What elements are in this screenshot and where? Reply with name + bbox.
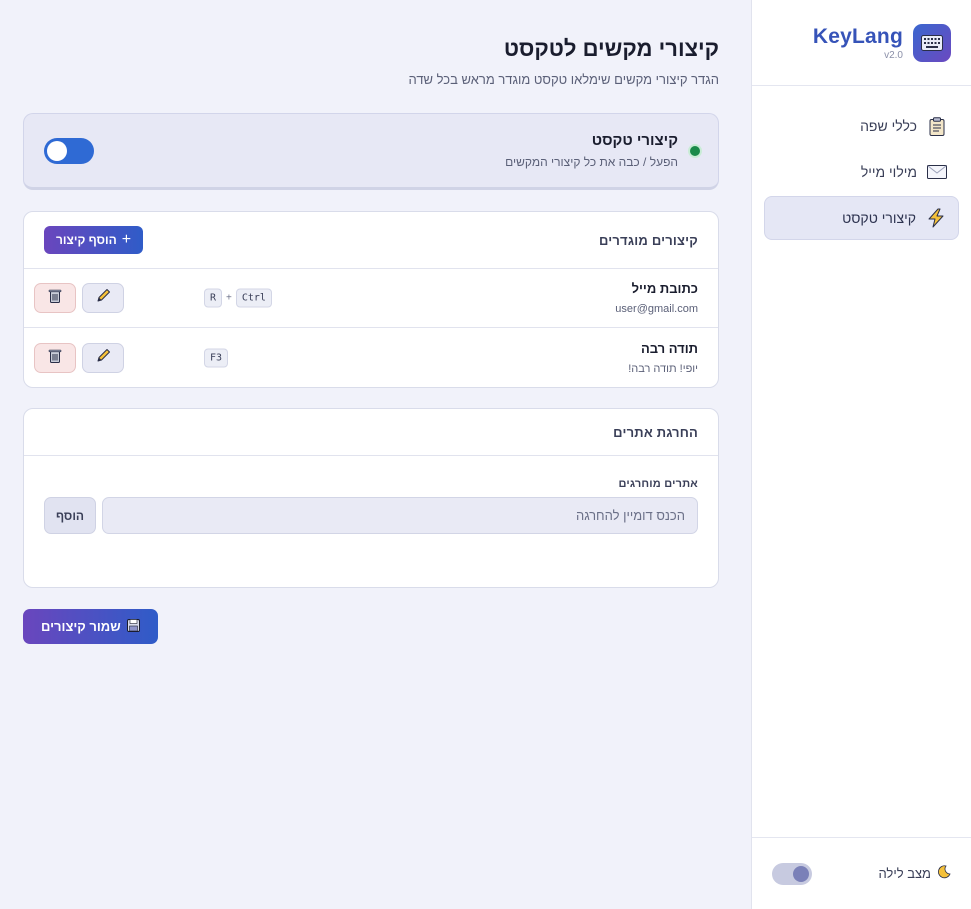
shortcut-value: user@gmail.com	[615, 303, 698, 315]
master-toggle-description: הפעל / כבה את כל קיצורי המקשים	[505, 155, 678, 169]
sidebar-item-label: כללי שפה	[860, 118, 917, 134]
shortcuts-header-title: קיצורים מוגדרים	[598, 232, 698, 248]
sidebar-nav: כללי שפה מילוי מייל קיצורי טקסט	[752, 86, 971, 240]
master-toggle-title: קיצורי טקסט	[591, 132, 678, 149]
key-badge: F3	[204, 348, 229, 367]
add-shortcut-button[interactable]: + הוסף קיצור	[44, 226, 144, 254]
add-shortcut-label: הוסף קיצור	[56, 233, 117, 247]
page-subtitle: הגדר קיצורי מקשים שימלאו טקסט מוגדר מראש…	[408, 72, 719, 87]
save-shortcuts-button[interactable]: שמור קיצורים	[23, 609, 158, 644]
toggle-knob	[793, 865, 809, 882]
master-toggle-card: קיצורי טקסט הפעל / כבה את כל קיצורי המקש…	[23, 113, 719, 190]
toggle-knob	[47, 140, 67, 161]
lightning-icon	[926, 208, 946, 228]
pencil-icon	[96, 348, 111, 368]
night-mode-label: מצב לילה	[878, 865, 951, 882]
moon-icon	[937, 865, 951, 882]
page-title: קיצורי מקשים לטקסט	[503, 36, 719, 61]
row-actions	[34, 283, 124, 313]
table-row: כתובת מייל user@gmail.com R + Ctrl	[24, 269, 718, 328]
shortcuts-card: קיצורים מוגדרים + הוסף קיצור כתובת מייל …	[23, 211, 719, 388]
row-actions	[34, 342, 124, 373]
envelope-icon	[927, 162, 947, 182]
night-mode-toggle[interactable]	[772, 862, 812, 885]
sidebar-item-label: קיצורי טקסט	[842, 210, 916, 226]
shortcut-name: כתובת מייל	[631, 281, 698, 296]
save-shortcuts-label: שמור קיצורים	[41, 619, 121, 634]
key-separator: +	[226, 292, 232, 304]
excluded-sites-label: אתרים מוחרגים	[618, 478, 698, 490]
shortcuts-header: קיצורים מוגדרים + הוסף קיצור	[24, 212, 718, 269]
shortcut-name: תודה רבה	[640, 340, 698, 356]
delete-button[interactable]	[34, 283, 76, 313]
night-mode-text: מצב לילה	[878, 866, 931, 881]
site-blocking-card: החרגת אתרים אתרים מוחרגים הוסף	[23, 408, 719, 588]
master-toggle-switch[interactable]	[44, 137, 94, 164]
key-badge: R	[204, 288, 223, 308]
sidebar: KeyLang v2.0 כללי שפה מילוי מייל קיצורי …	[751, 0, 971, 909]
plus-icon: +	[121, 231, 132, 248]
sidebar-item-label: מילוי מייל	[860, 164, 917, 180]
shortcut-keys: R + Ctrl	[204, 288, 272, 308]
trash-icon	[48, 288, 62, 308]
sidebar-footer: מצב לילה	[752, 837, 971, 909]
sidebar-item-text-shortcuts[interactable]: קיצורי טקסט	[764, 196, 959, 240]
keyboard-icon	[913, 23, 951, 62]
edit-button[interactable]	[82, 283, 124, 313]
delete-button[interactable]	[34, 342, 76, 373]
brand: KeyLang v2.0	[752, 0, 971, 86]
app-version: v2.0	[884, 49, 903, 61]
site-blocking-header: החרגת אתרים	[24, 409, 718, 456]
table-row: תודה רבה יופי! תודה רבה! F3	[24, 328, 718, 387]
app-name: KeyLang	[812, 24, 903, 48]
add-domain-button[interactable]: הוסף	[44, 497, 96, 534]
clipboard-icon	[927, 116, 947, 136]
pencil-icon	[96, 288, 111, 308]
sidebar-item-email-fill[interactable]: מילוי מייל	[764, 150, 959, 194]
status-indicator	[690, 145, 700, 156]
site-blocking-title: החרגת אתרים	[613, 424, 698, 440]
main-content: קיצורי מקשים לטקסט הגדר קיצורי מקשים שימ…	[23, 0, 719, 644]
shortcut-keys: F3	[204, 348, 229, 367]
shortcut-value: יופי! תודה רבה!	[628, 362, 698, 375]
sidebar-item-language-rules[interactable]: כללי שפה	[764, 104, 959, 148]
key-badge: Ctrl	[235, 288, 272, 308]
trash-icon	[48, 348, 62, 368]
edit-button[interactable]	[82, 342, 124, 373]
floppy-disk-icon	[126, 618, 140, 635]
domain-input[interactable]	[102, 497, 698, 534]
